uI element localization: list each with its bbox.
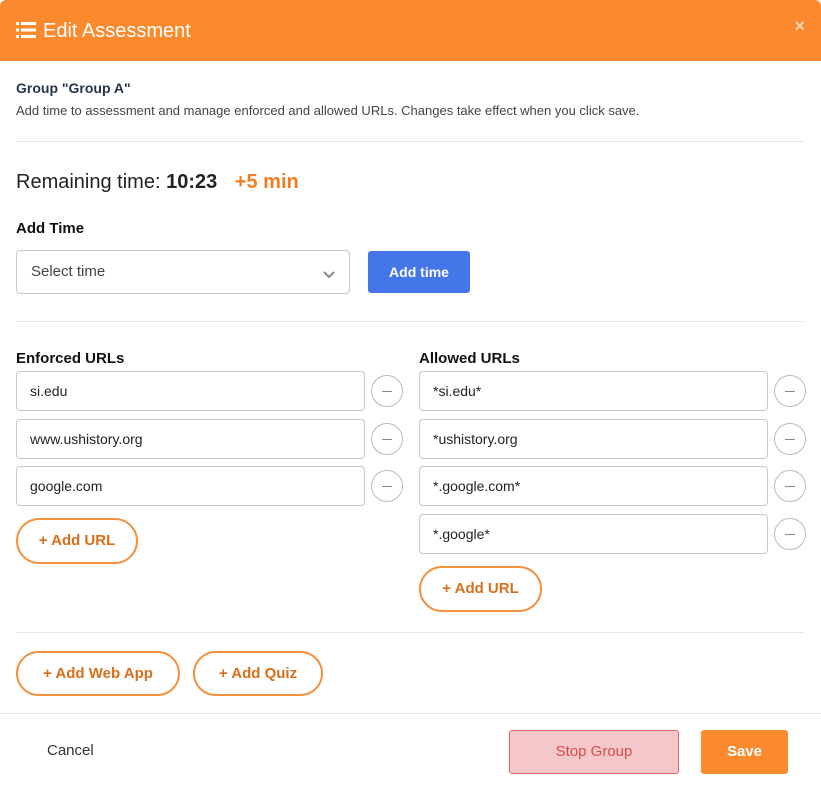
save-button[interactable]: Save <box>701 730 788 774</box>
section-divider <box>16 141 805 142</box>
enforced-url-input[interactable]: si.edu <box>16 371 365 411</box>
modal-header: Edit Assessment × <box>0 0 821 61</box>
remove-enforced-url-button[interactable] <box>371 423 403 455</box>
allowed-url-input[interactable]: *.google.com* <box>419 466 768 506</box>
add-enforced-url-button[interactable]: + Add URL <box>16 518 138 564</box>
remove-allowed-url-button[interactable] <box>774 423 806 455</box>
remaining-time-value: 10:23 <box>166 171 218 193</box>
remove-allowed-url-button[interactable] <box>774 470 806 502</box>
edit-assessment-modal: Edit Assessment × Group "Group A" Add ti… <box>0 0 821 789</box>
stop-group-button[interactable]: Stop Group <box>509 730 679 774</box>
close-icon[interactable]: × <box>794 16 805 36</box>
add-time-button[interactable]: Add time <box>368 251 470 293</box>
allowed-url-input[interactable]: *ushistory.org <box>419 419 768 459</box>
add-allowed-url-button[interactable]: + Add URL <box>419 566 542 612</box>
allowed-url-input[interactable]: *.google* <box>419 514 768 554</box>
enforced-urls-label: Enforced URLs <box>16 350 125 367</box>
enforced-url-input[interactable]: www.ushistory.org <box>16 419 365 459</box>
chevron-down-icon <box>323 267 335 279</box>
remove-allowed-url-button[interactable] <box>774 518 806 550</box>
allowed-url-input[interactable]: *si.edu* <box>419 371 768 411</box>
add-time-label: Add Time <box>16 220 85 237</box>
remaining-time: Remaining time: 10:23 +5 min <box>16 170 299 194</box>
enforced-url-input[interactable]: google.com <box>16 466 365 506</box>
section-divider <box>16 632 805 633</box>
cancel-button[interactable]: Cancel <box>47 742 94 759</box>
allowed-urls-label: Allowed URLs <box>419 350 520 367</box>
remove-allowed-url-button[interactable] <box>774 375 806 407</box>
added-time-value: +5 min <box>234 171 299 193</box>
remove-enforced-url-button[interactable] <box>371 375 403 407</box>
group-description: Add time to assessment and manage enforc… <box>16 103 640 118</box>
group-title: Group "Group A" <box>16 80 131 96</box>
remaining-time-label: Remaining time: <box>16 171 161 193</box>
section-divider <box>16 321 805 322</box>
remove-enforced-url-button[interactable] <box>371 470 403 502</box>
add-quiz-button[interactable]: + Add Quiz <box>193 651 323 696</box>
select-time-value: Select time <box>31 263 106 280</box>
modal-title: Edit Assessment <box>43 20 191 42</box>
footer-divider <box>0 713 821 714</box>
list-icon <box>16 22 36 38</box>
add-web-app-button[interactable]: + Add Web App <box>16 651 180 696</box>
select-time-dropdown[interactable]: Select time <box>16 250 350 294</box>
